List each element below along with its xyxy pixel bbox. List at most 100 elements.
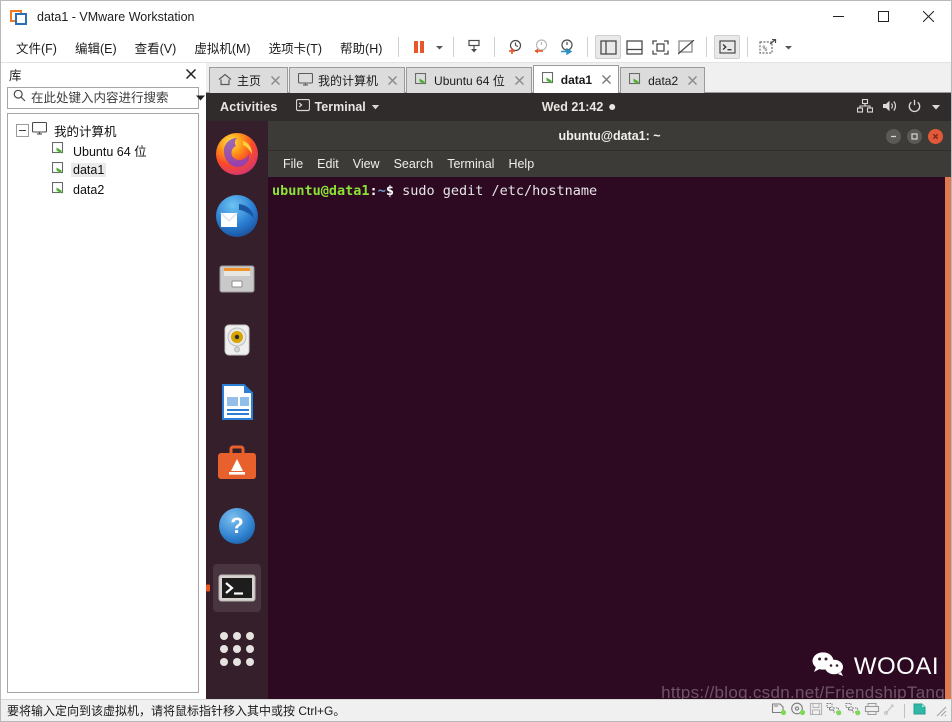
- power-dropdown[interactable]: [432, 35, 446, 59]
- vm-icon: [541, 71, 556, 88]
- search-box[interactable]: [7, 87, 205, 109]
- search-dropdown-icon[interactable]: [195, 89, 206, 107]
- status-network-1-icon[interactable]: [826, 702, 842, 719]
- terminal-command-text: sudo gedit /etc/hostname: [393, 183, 598, 199]
- terminal-window-controls: [886, 121, 943, 151]
- send-key-dropdown[interactable]: [781, 35, 795, 59]
- terminal-menu-file[interactable]: File: [276, 155, 310, 173]
- dock-item-rhythmbox[interactable]: [213, 316, 261, 364]
- terminal-minimize-button[interactable]: [886, 128, 901, 144]
- status-hard-disk-icon[interactable]: [771, 702, 787, 719]
- tab-data1[interactable]: data1: [532, 65, 620, 93]
- volume-icon: [882, 99, 898, 116]
- tab-close-icon[interactable]: [599, 72, 614, 87]
- tree-expander-icon[interactable]: [16, 123, 29, 137]
- terminal-title-label: ubuntu@data1: ~: [558, 128, 661, 143]
- tree-item-data1[interactable]: data1: [10, 160, 196, 180]
- guest-screen[interactable]: Activities Terminal Wed 21:42 ? ubuntu@d…: [206, 93, 951, 699]
- send-key-button[interactable]: %: [755, 35, 781, 59]
- terminal-output-area[interactable]: ubuntu@data1:~$ sudo gedit /etc/hostname: [268, 177, 951, 699]
- tab-my-computer[interactable]: 我的计算机: [289, 67, 406, 93]
- menu-tabs[interactable]: 选项卡(T): [260, 34, 331, 61]
- toolbar-separator: [494, 37, 496, 57]
- library-sidebar: 库 在此处键入内容进行搜索 我的计算机 Ubuntu 64 位 data1 da…: [1, 63, 206, 699]
- tree-item-label: data1: [71, 163, 107, 177]
- vm-icon: [51, 141, 66, 158]
- status-floppy-icon[interactable]: [809, 702, 823, 719]
- fullscreen-button[interactable]: [647, 35, 673, 59]
- terminal-prompt-separator: :: [369, 183, 378, 199]
- revert-snapshot-button[interactable]: [528, 35, 554, 59]
- tab-ubuntu-64[interactable]: Ubuntu 64 位: [406, 67, 532, 93]
- terminal-menu-search[interactable]: Search: [387, 155, 441, 173]
- computer-icon: [31, 121, 48, 138]
- tree-item-ubuntu-64[interactable]: Ubuntu 64 位: [10, 140, 196, 160]
- show-library-button[interactable]: [595, 35, 622, 59]
- suspend-button[interactable]: [406, 35, 432, 59]
- maximize-button[interactable]: [861, 1, 906, 32]
- show-console-button[interactable]: [621, 35, 647, 59]
- status-device-icons: [771, 702, 947, 719]
- close-button[interactable]: [906, 1, 951, 32]
- tab-label: 主页: [237, 74, 262, 88]
- unity-mode-button[interactable]: [673, 35, 699, 59]
- library-search-wrap: [1, 85, 205, 113]
- app-menu-button[interactable]: Terminal: [288, 98, 388, 115]
- tree-root-my-computer[interactable]: 我的计算机: [10, 120, 196, 140]
- dock-item-libreoffice-writer[interactable]: [213, 378, 261, 426]
- search-input[interactable]: [31, 91, 192, 105]
- tab-label: 我的计算机: [318, 74, 379, 88]
- chevron-down-icon: [931, 100, 941, 114]
- terminal-scrollbar[interactable]: [945, 177, 951, 699]
- vm-icon: [414, 72, 429, 89]
- dock-item-terminal[interactable]: [213, 564, 261, 612]
- snapshot-manager-button[interactable]: [554, 35, 580, 59]
- menu-view[interactable]: 查看(V): [126, 34, 186, 61]
- tab-home[interactable]: 主页: [209, 67, 289, 93]
- clock-button[interactable]: Wed 21:42: [542, 100, 616, 114]
- menu-help[interactable]: 帮助(H): [331, 34, 391, 61]
- status-display-icon[interactable]: [912, 702, 927, 719]
- dock-item-files[interactable]: [213, 254, 261, 302]
- terminal-menu-edit[interactable]: Edit: [310, 155, 346, 173]
- dock-item-ubuntu-software[interactable]: [213, 440, 261, 488]
- terminal-title-bar[interactable]: ubuntu@data1: ~: [268, 121, 951, 151]
- activities-button[interactable]: Activities: [206, 100, 288, 114]
- library-close-icon[interactable]: [183, 66, 199, 82]
- window-title: data1 - VMware Workstation: [37, 9, 195, 24]
- status-network-2-icon[interactable]: [845, 702, 861, 719]
- system-status-area[interactable]: [856, 98, 951, 116]
- terminal-menu-help[interactable]: Help: [501, 155, 541, 173]
- dock-item-firefox[interactable]: [213, 130, 261, 178]
- take-snapshot-button[interactable]: [502, 35, 528, 59]
- tab-close-icon[interactable]: [512, 73, 527, 88]
- status-cd-dvd-icon[interactable]: [790, 702, 806, 719]
- tab-close-icon[interactable]: [268, 73, 283, 88]
- terminal-maximize-button[interactable]: [907, 128, 922, 144]
- status-message: 要将输入定向到该虚拟机，请将鼠标指针移入其中或按 Ctrl+G。: [7, 704, 346, 718]
- tab-close-icon[interactable]: [685, 73, 700, 88]
- terminal-close-button[interactable]: [928, 128, 943, 144]
- menu-edit[interactable]: 编辑(E): [66, 34, 126, 61]
- tab-data2[interactable]: data2: [620, 67, 706, 93]
- tree-item-data2[interactable]: data2: [10, 180, 196, 200]
- terminal-window: ubuntu@data1: ~ File Edit View Search Te…: [268, 121, 951, 699]
- status-printer-icon[interactable]: [864, 702, 880, 719]
- menu-file[interactable]: 文件(F): [7, 34, 66, 61]
- show-applications-button[interactable]: [220, 632, 254, 666]
- console-view-button[interactable]: [714, 35, 741, 59]
- resize-grip-icon[interactable]: [934, 704, 947, 717]
- terminal-prompt-line: ubuntu@data1:~$ sudo gedit /etc/hostname: [272, 183, 951, 200]
- tab-close-icon[interactable]: [385, 73, 400, 88]
- tab-label: data1: [560, 72, 593, 87]
- dock-item-thunderbird[interactable]: [213, 192, 261, 240]
- manage-snapshot-button[interactable]: [461, 35, 487, 59]
- status-usb-icon[interactable]: [883, 702, 897, 719]
- dock-item-help[interactable]: ?: [213, 502, 261, 550]
- minimize-button[interactable]: [816, 1, 861, 32]
- terminal-menu-terminal[interactable]: Terminal: [440, 155, 501, 173]
- menu-vm[interactable]: 虚拟机(M): [185, 34, 259, 61]
- terminal-menu-view[interactable]: View: [346, 155, 387, 173]
- terminal-icon: [295, 98, 310, 115]
- main-body: 库 在此处键入内容进行搜索 我的计算机 Ubuntu 64 位 data1 da…: [1, 63, 951, 699]
